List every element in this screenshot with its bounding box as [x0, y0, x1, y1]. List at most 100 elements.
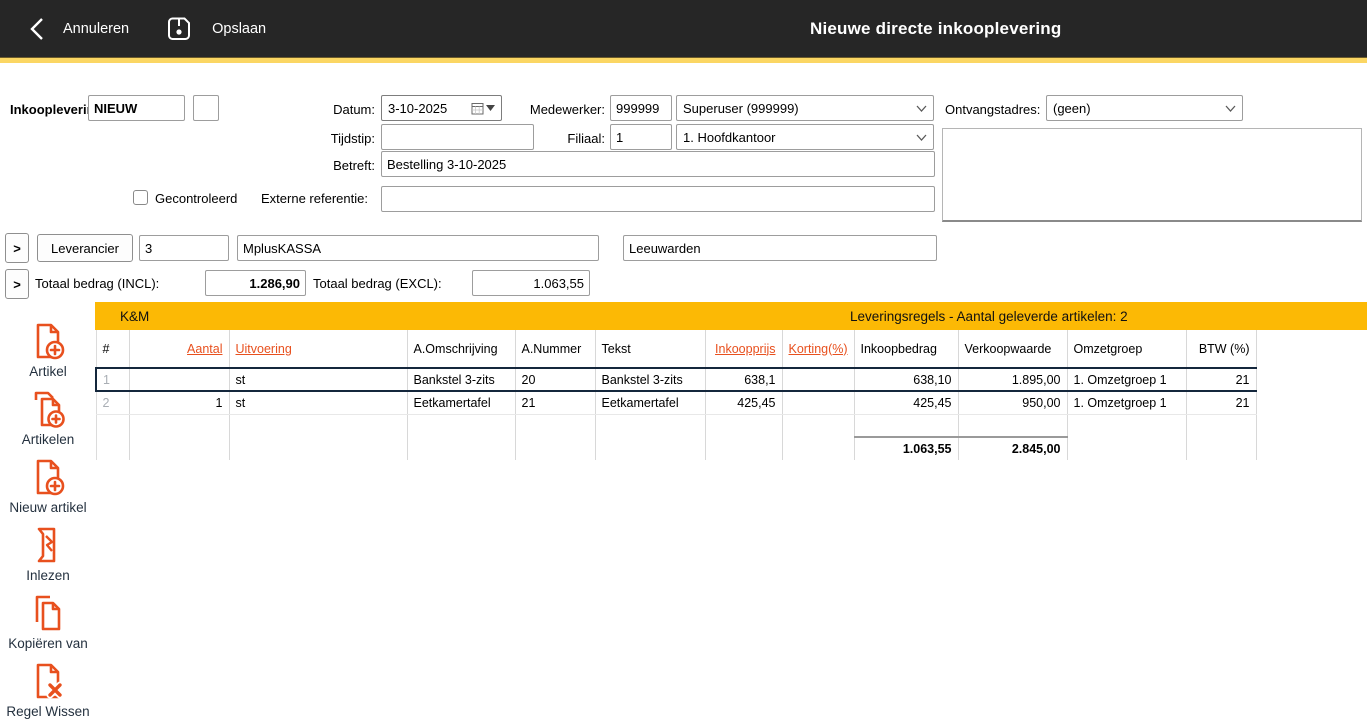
datum-datepicker[interactable]: 3-10-2025: [381, 95, 502, 121]
col-header-aantal[interactable]: Aantal: [129, 330, 229, 368]
cell-aantal[interactable]: 1: [129, 391, 229, 414]
sidebar-item-kopieren-van[interactable]: Kopiëren van: [8, 592, 88, 651]
chevron-down-icon: [916, 134, 927, 141]
datum-value: 3-10-2025: [388, 101, 447, 116]
col-header-tekst: Tekst: [595, 330, 705, 368]
medewerker-code-input[interactable]: [610, 95, 672, 121]
betreft-input[interactable]: [381, 151, 935, 177]
filiaal-value: 1. Hoofdkantoor: [683, 130, 776, 145]
verkoopwaarde-total: 2.845,00: [958, 437, 1067, 460]
totaal-incl-input[interactable]: [205, 270, 306, 296]
sidebar-item-label: Kopiëren van: [8, 636, 88, 651]
cell-btw[interactable]: 21: [1186, 391, 1256, 414]
leverancier-code-input[interactable]: [139, 235, 229, 261]
sidebar-item-artikel[interactable]: Artikel: [28, 320, 68, 379]
spacer-row: [96, 414, 1256, 437]
sidebar-item-label: Nieuw artikel: [9, 500, 86, 515]
cancel-button[interactable]: Annuleren: [28, 16, 129, 42]
col-header-btw: BTW (%): [1186, 330, 1256, 368]
table-row[interactable]: 1 1 st Bankstel 3-zits 20 Bankstel 3-zit…: [96, 368, 1256, 391]
page-title: Nieuwe directe inkooplevering: [810, 0, 1061, 57]
leverancier-expand-button[interactable]: >: [5, 233, 29, 263]
ontvangstadres-select[interactable]: (geen): [1046, 95, 1243, 121]
articles-add-icon: [28, 388, 68, 430]
cell-omzetgroep[interactable]: 1. Omzetgroep 1: [1067, 391, 1186, 414]
row-index: 1: [96, 368, 129, 391]
delivery-lines-table: # Aantal Uitvoering A.Omschrijving A.Num…: [95, 330, 1257, 460]
totaal-excl-input[interactable]: [472, 270, 590, 296]
copy-icon: [28, 592, 68, 634]
cell-uitvoering[interactable]: st: [229, 391, 407, 414]
cell-inkoopbedrag[interactable]: 638,10: [854, 368, 958, 391]
save-label: Opslaan: [212, 21, 266, 37]
cell-aantal[interactable]: 1: [129, 368, 229, 391]
delete-row-icon: [28, 660, 68, 702]
cancel-label: Annuleren: [63, 21, 129, 37]
calendar-icon: [471, 102, 484, 115]
cell-uitvoering[interactable]: st: [229, 368, 407, 391]
externe-referentie-input[interactable]: [381, 186, 935, 212]
leverancier-city-input[interactable]: [623, 235, 937, 261]
inkooplevering-sub-input[interactable]: [193, 95, 219, 121]
medewerker-label: Medewerker:: [505, 102, 605, 117]
sidebar-item-inlezen[interactable]: Inlezen: [26, 524, 70, 583]
betreft-label: Betreft:: [280, 158, 375, 173]
cell-omschrijving[interactable]: Bankstel 3-zits: [407, 368, 515, 391]
filiaal-label: Filiaal:: [505, 131, 605, 146]
supplier-group-label: K&M: [120, 309, 149, 324]
article-add-icon: [28, 320, 68, 362]
cell-tekst[interactable]: Eetkamertafel: [595, 391, 705, 414]
totaal-excl-label: Totaal bedrag (EXCL):: [313, 276, 442, 291]
save-button[interactable]: Opslaan: [163, 13, 266, 45]
gecontroleerd-label: Gecontroleerd: [155, 191, 237, 206]
col-header-omschrijving: A.Omschrijving: [407, 330, 515, 368]
col-header-inkoopprijs[interactable]: Inkoopprijs: [705, 330, 782, 368]
import-scan-icon: [28, 524, 68, 566]
sidebar-item-label: Artikelen: [22, 432, 75, 447]
chevron-left-icon: [28, 16, 46, 42]
col-header-nummer: A.Nummer: [515, 330, 595, 368]
notes-textarea[interactable]: [942, 128, 1362, 222]
grid-title-bar: K&M Leveringsregels - Aantal geleverde a…: [95, 302, 1367, 330]
externe-referentie-label: Externe referentie:: [261, 191, 368, 206]
cell-omschrijving[interactable]: Eetkamertafel: [407, 391, 515, 414]
chevron-down-icon: [916, 105, 927, 112]
col-header-korting[interactable]: Korting(%): [782, 330, 854, 368]
cell-nummer[interactable]: 20: [515, 368, 595, 391]
cell-inkoopbedrag[interactable]: 425,45: [854, 391, 958, 414]
row-index: 2: [96, 391, 129, 414]
totals-expand-button[interactable]: >: [5, 269, 29, 299]
save-icon: [163, 13, 195, 45]
inkooplevering-window: Annuleren Opslaan Nieuwe directe inkoopl…: [0, 0, 1367, 721]
filiaal-code-input[interactable]: [610, 124, 672, 150]
cell-verkoopwaarde[interactable]: 950,00: [958, 391, 1067, 414]
cell-tekst[interactable]: Bankstel 3-zits: [595, 368, 705, 391]
col-header-uitvoering[interactable]: Uitvoering: [229, 330, 407, 368]
sidebar-item-artikelen[interactable]: Artikelen: [22, 388, 75, 447]
new-article-icon: [28, 456, 68, 498]
cell-korting[interactable]: [782, 391, 854, 414]
cell-omzetgroep[interactable]: 1. Omzetgroep 1: [1067, 368, 1186, 391]
cell-inkoopprijs[interactable]: 638,1: [705, 368, 782, 391]
cell-inkoopprijs[interactable]: 425,45: [705, 391, 782, 414]
leverancier-button[interactable]: Leverancier: [37, 234, 133, 262]
line-actions-sidebar: Artikel Artikelen: [0, 320, 96, 721]
gecontroleerd-checkbox[interactable]: [133, 190, 148, 205]
col-header-omzetgroep: Omzetgroep: [1067, 330, 1186, 368]
leverancier-name-input[interactable]: [237, 235, 599, 261]
inkooplevering-number-input[interactable]: [88, 95, 185, 121]
table-row[interactable]: 2 1 st Eetkamertafel 21 Eetkamertafel 42…: [96, 391, 1256, 414]
cell-verkoopwaarde[interactable]: 1.895,00: [958, 368, 1067, 391]
cell-korting[interactable]: [782, 368, 854, 391]
cell-btw[interactable]: 21: [1186, 368, 1256, 391]
col-header-inkoopbedrag: Inkoopbedrag: [854, 330, 958, 368]
col-header-verkoopwaarde: Verkoopwaarde: [958, 330, 1067, 368]
medewerker-select[interactable]: Superuser (999999): [676, 95, 934, 121]
sidebar-item-regel-wissen[interactable]: Regel Wissen: [6, 660, 89, 719]
cell-nummer[interactable]: 21: [515, 391, 595, 414]
totals-row: 1.063,55 2.845,00: [96, 437, 1256, 460]
sidebar-item-label: Regel Wissen: [6, 704, 89, 719]
totaal-incl-label: Totaal bedrag (INCL):: [35, 276, 159, 291]
sidebar-item-nieuw-artikel[interactable]: Nieuw artikel: [9, 456, 86, 515]
filiaal-select[interactable]: 1. Hoofdkantoor: [676, 124, 934, 150]
